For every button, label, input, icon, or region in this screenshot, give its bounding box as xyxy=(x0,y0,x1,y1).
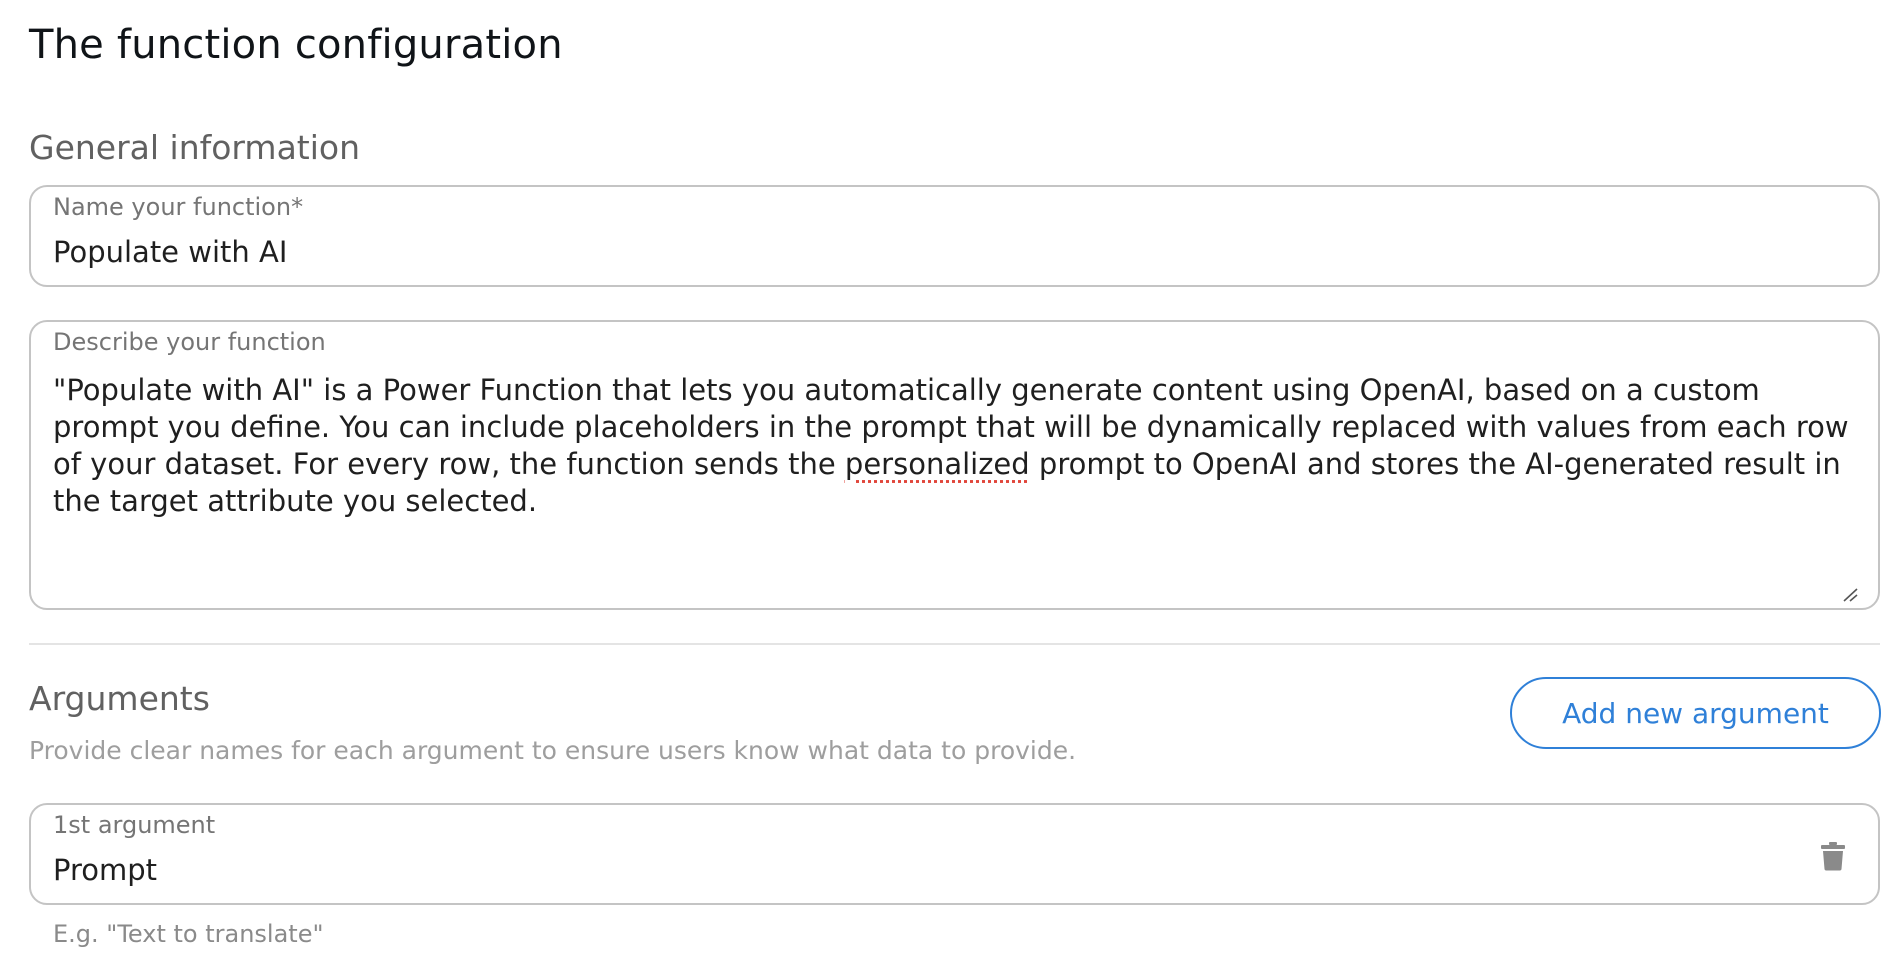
argument-field-1[interactable]: 1st argument xyxy=(29,803,1880,905)
page-title: The function configuration xyxy=(29,22,563,68)
function-name-input[interactable] xyxy=(53,235,1833,269)
add-new-argument-button[interactable]: Add new argument xyxy=(1510,677,1881,749)
argument-hint-1: E.g. "Text to translate" xyxy=(53,920,324,948)
description-spellcheck-word: personalized xyxy=(844,447,1030,481)
argument-input-1[interactable] xyxy=(53,853,1753,887)
argument-label-1: 1st argument xyxy=(53,811,216,839)
function-name-label: Name your function* xyxy=(53,193,304,221)
arguments-heading: Arguments xyxy=(29,679,210,718)
function-description-label: Describe your function xyxy=(53,328,326,356)
function-description-textarea[interactable]: "Populate with AI" is a Power Function t… xyxy=(53,372,1856,520)
section-divider xyxy=(29,643,1880,645)
function-description-field[interactable]: Describe your function "Populate with AI… xyxy=(29,320,1880,610)
function-name-field[interactable]: Name your function* xyxy=(29,185,1880,287)
function-configuration-page: The function configuration General infor… xyxy=(0,0,1904,968)
resize-handle-icon[interactable] xyxy=(1842,588,1858,602)
trash-icon[interactable] xyxy=(1820,841,1846,871)
general-information-heading: General information xyxy=(29,128,360,167)
arguments-helper-text: Provide clear names for each argument to… xyxy=(29,736,1077,765)
